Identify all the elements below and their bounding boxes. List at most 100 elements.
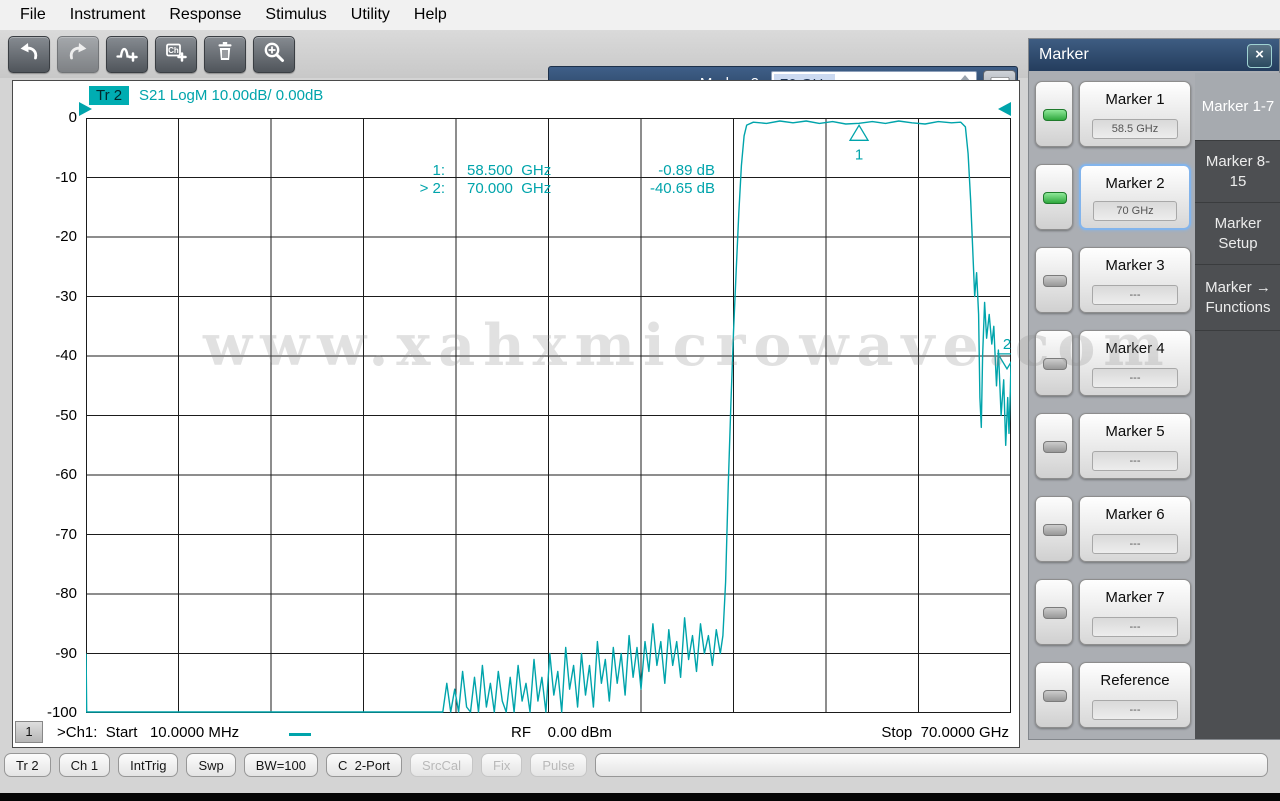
status-tr-2[interactable]: Tr 2 [4,753,51,777]
delete-trace-button[interactable] [204,36,246,73]
marker-1-label: Marker 1 [1080,91,1190,108]
status-bw-100[interactable]: BW=100 [244,753,318,777]
marker-3-value: --- [1092,285,1178,305]
status-c-2-port[interactable]: C 2-Port [326,753,402,777]
reference-led-indicator [1043,690,1067,702]
menu-item-file[interactable]: File [8,3,58,27]
trace-marker-1: 1 [850,125,868,163]
marker-1-led-indicator [1043,109,1067,121]
delete-trace-icon [212,40,238,69]
plot-grid-and-trace: 12 [86,118,1011,713]
y-tick-label: -90 [27,645,77,662]
sweep-start-label: >Ch1: Start 10.0000 MHz [57,724,239,741]
new-channel-icon: Ch [163,40,189,69]
marker-6-value: --- [1092,534,1178,554]
marker-7-button[interactable]: Marker 7 --- [1079,579,1191,645]
svg-text:1: 1 [855,146,863,163]
zoom-button[interactable] [253,36,295,73]
bottom-strip [0,793,1280,801]
channel-number-box[interactable]: 1 [15,721,43,743]
new-trace-button[interactable] [106,36,148,73]
marker-1-button[interactable]: Marker 1 58.5 GHz [1079,81,1191,147]
status-swp[interactable]: Swp [186,753,235,777]
reference-value: --- [1092,700,1178,720]
marker2-readout-freq: 70.000 GHz [445,180,603,197]
trace-color-swatch [289,733,311,736]
marker-4-led-indicator [1043,358,1067,370]
undo-button[interactable] [8,36,50,73]
marker-2-led-indicator [1043,192,1067,204]
marker-5-label: Marker 5 [1080,423,1190,440]
y-tick-label: -60 [27,466,77,483]
marker-2-value: 70 GHz [1093,201,1177,221]
new-channel-button[interactable]: Ch [155,36,197,73]
y-tick-label: -30 [27,288,77,305]
marker-6-toggle[interactable] [1035,496,1073,562]
reference-button[interactable]: Reference --- [1079,662,1191,728]
marker-1-toggle[interactable] [1035,81,1073,147]
marker-6-label: Marker 6 [1080,506,1190,523]
marker1-readout-id: 1: [393,162,445,179]
menu-item-stimulus[interactable]: Stimulus [253,3,338,27]
marker1-readout-value: -0.89 dB [603,162,715,179]
menu-item-utility[interactable]: Utility [339,3,402,27]
marker1-readout-freq: 58.500 GHz [445,162,603,179]
marker-5-value: --- [1092,451,1178,471]
tab-marker-1-7[interactable]: Marker 1-7 [1195,73,1280,141]
y-tick-label: -100 [27,704,77,721]
marker-6-button[interactable]: Marker 6 --- [1079,496,1191,562]
tab-column-filler [1195,331,1280,739]
marker-2-button[interactable]: Marker 2 70 GHz [1079,164,1191,230]
trace-title: S21 LogM 10.00dB/ 0.00dB [139,87,323,104]
menu-item-help[interactable]: Help [402,3,459,27]
marker-7-label: Marker 7 [1080,589,1190,606]
marker-1-value: 58.5 GHz [1092,119,1178,139]
marker2-readout-id: > 2: [393,180,445,197]
reference-label: Reference [1080,672,1190,689]
y-tick-label: -40 [27,347,77,364]
marker-4-value: --- [1092,368,1178,388]
marker2-readout-value: -40.65 dB [603,180,715,197]
new-trace-icon [114,40,140,69]
redo-button[interactable] [57,36,99,73]
zoom-icon [261,40,287,69]
marker-7-toggle[interactable] [1035,579,1073,645]
marker-5-toggle[interactable] [1035,413,1073,479]
status-pulse[interactable]: Pulse [530,753,587,777]
status-srccal[interactable]: SrcCal [410,753,473,777]
svg-text:2: 2 [1003,336,1011,353]
y-tick-label: 0 [27,109,77,126]
sweep-stop-label: Stop 70.0000 GHz [881,724,1009,741]
redo-icon [65,40,91,69]
menu-bar: FileInstrumentResponseStimulusUtilityHel… [0,0,1280,30]
marker-2-label: Marker 2 [1081,175,1189,192]
marker-7-led-indicator [1043,607,1067,619]
trace-badge[interactable]: Tr 2 [89,86,129,105]
marker-3-button[interactable]: Marker 3--- [1079,247,1191,313]
marker-panel: Marker × Marker 158.5 GHzMarker 270 GHzM… [1028,38,1280,740]
status-inttrig[interactable]: IntTrig [118,753,178,777]
marker-2-toggle[interactable] [1035,164,1073,230]
y-tick-label: -20 [27,228,77,245]
rf-power-label: RF 0.00 dBm [511,724,612,741]
tab-marker-8-15[interactable]: Marker 8-15 [1195,141,1280,203]
marker-5-button[interactable]: Marker 5 --- [1079,413,1191,479]
y-tick-label: -50 [27,407,77,424]
menu-item-response[interactable]: Response [157,3,253,27]
status-bar: Tr 2 Ch 1 IntTrig Swp BW=100 C 2-Port SrcCal Fi… [0,752,1280,778]
marker-4-toggle[interactable] [1035,330,1073,396]
status-fix[interactable]: Fix [481,753,522,777]
undo-icon [16,40,42,69]
y-tick-label: -70 [27,526,77,543]
tab-marker-functions[interactable]: Marker → Functions [1195,265,1280,331]
status-empty-field[interactable] [595,753,1268,777]
marker-4-button[interactable]: Marker 4--- [1079,330,1191,396]
y-tick-label: -10 [27,169,77,186]
marker-3-toggle[interactable] [1035,247,1073,313]
marker-7-value: --- [1092,617,1178,637]
close-icon[interactable]: × [1247,44,1272,68]
status-ch-1[interactable]: Ch 1 [59,753,110,777]
menu-item-instrument[interactable]: Instrument [58,3,158,27]
reference-toggle[interactable] [1035,662,1073,728]
tab-marker-setup[interactable]: Marker Setup [1195,203,1280,265]
